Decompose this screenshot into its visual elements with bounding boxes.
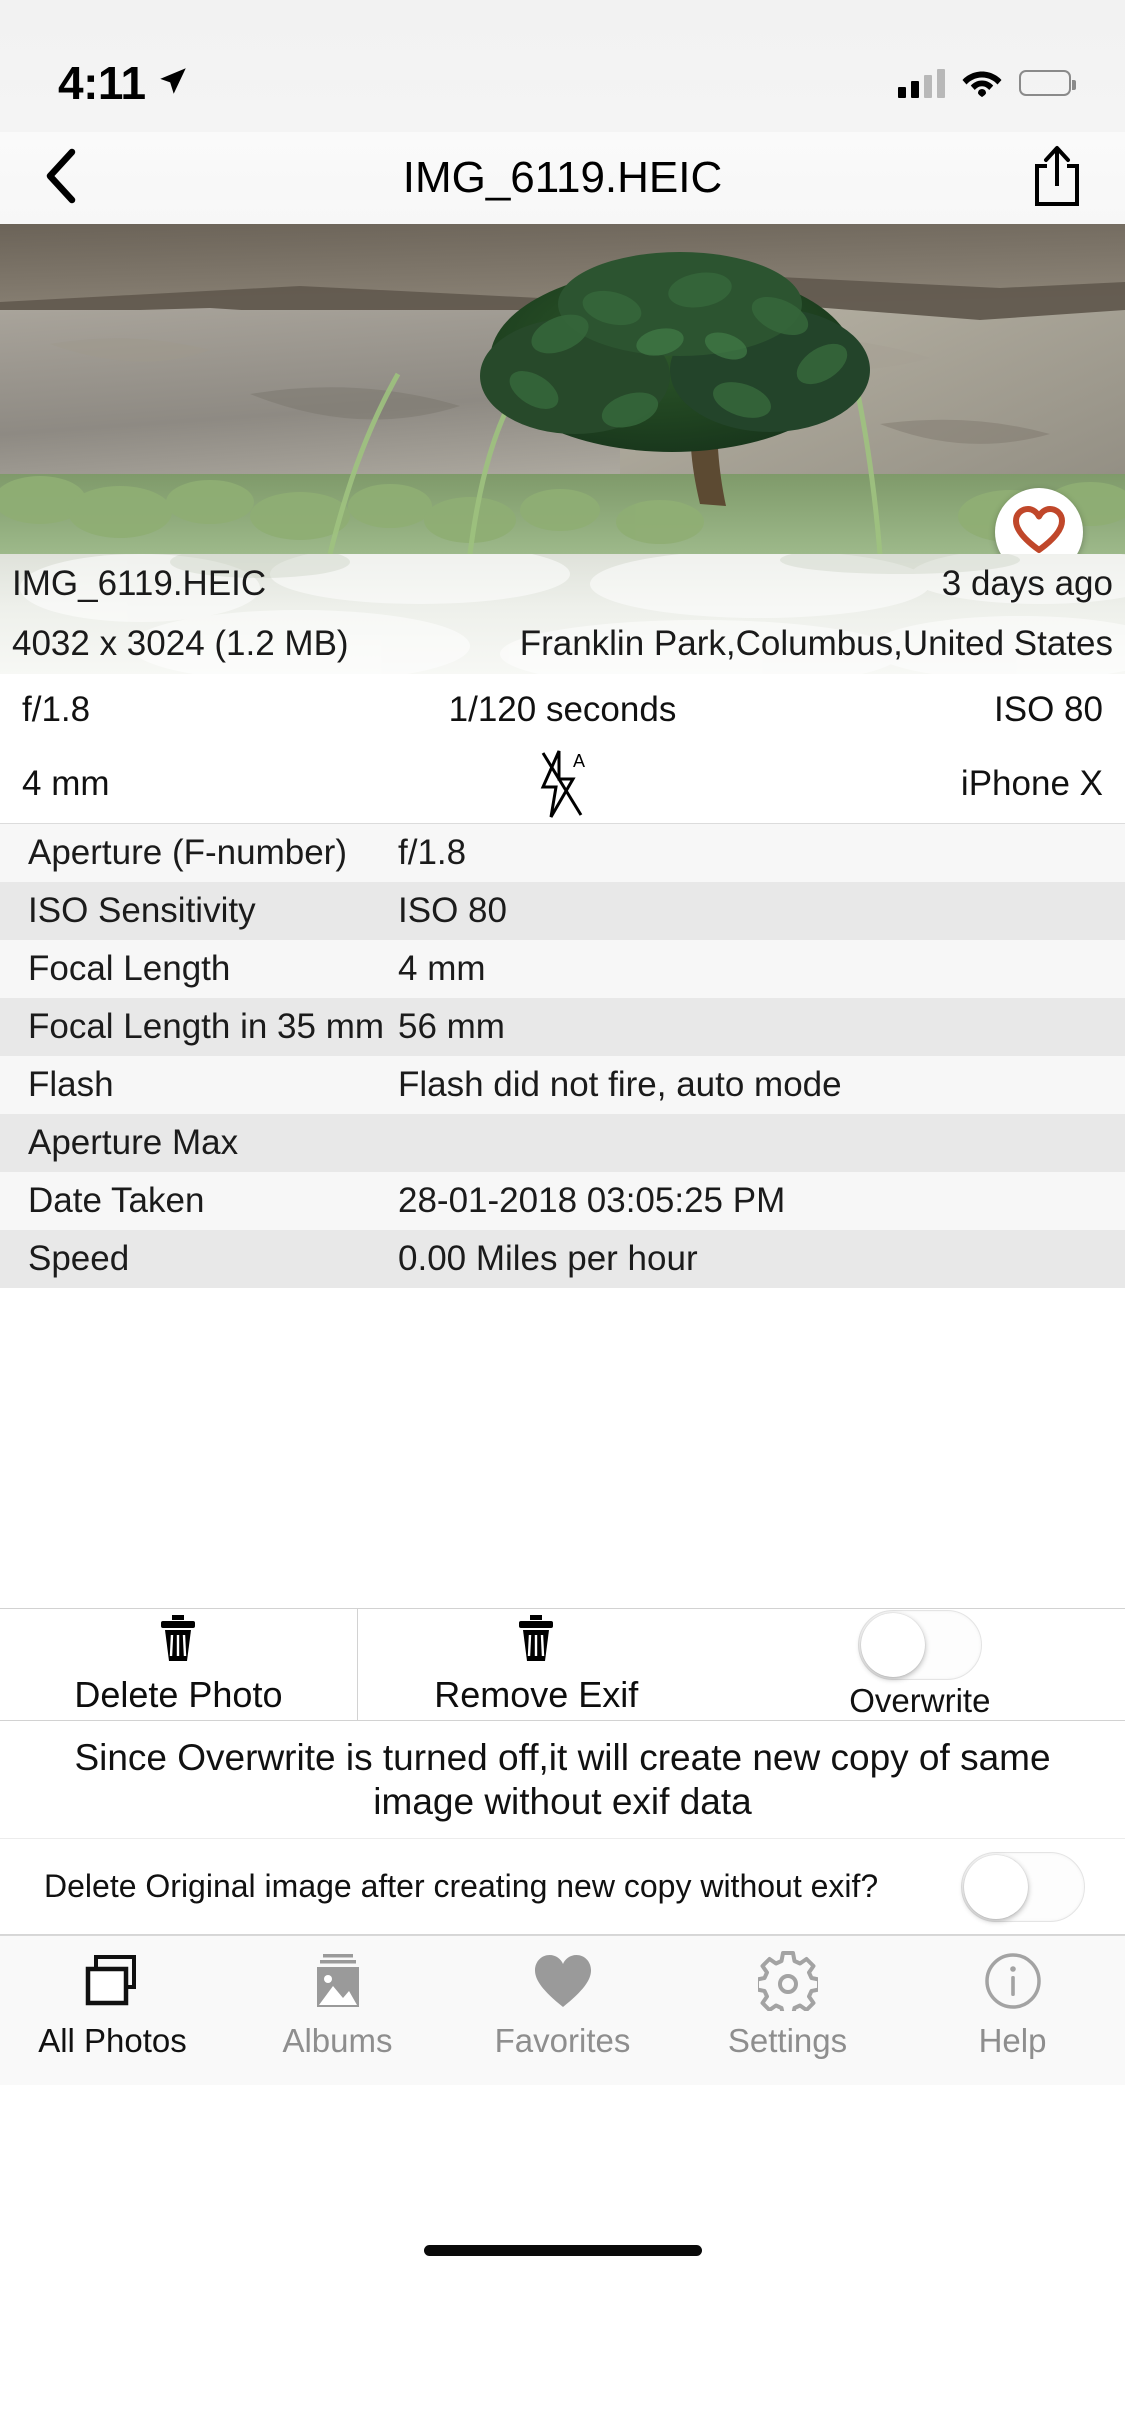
file-info-row-name: IMG_6119.HEIC 3 days ago: [12, 554, 1113, 614]
file-location: Franklin Park,Columbus,United States: [519, 624, 1113, 663]
file-dimensions-size: 4032 x 3024 (1.2 MB): [12, 624, 349, 663]
tab-all-photos[interactable]: All Photos: [0, 1950, 225, 2060]
metadata-key: ISO Sensitivity: [28, 891, 256, 930]
overwrite-control: Overwrite: [715, 1609, 1125, 1720]
tab-label: Help: [978, 2022, 1047, 2059]
overwrite-toggle[interactable]: [857, 1609, 982, 1680]
flash-off-auto-icon: A: [382, 745, 742, 823]
exposure-row-2: 4 mm A iPhone X: [0, 745, 1125, 823]
overwrite-label: Overwrite: [849, 1681, 991, 1719]
tab-label: Favorites: [494, 2022, 631, 2059]
table-row[interactable]: Flash Flash did not fire, auto mode: [0, 1056, 1125, 1114]
exposure-device: iPhone X: [960, 764, 1103, 803]
table-row[interactable]: Focal Length 4 mm: [0, 940, 1125, 998]
share-button[interactable]: [1015, 143, 1085, 213]
metadata-value: ISO 80: [398, 891, 507, 930]
metadata-value: 4 mm: [398, 949, 486, 988]
table-row[interactable]: Focal Length in 35 mm 56 mm: [0, 998, 1125, 1056]
status-bar: 4:11: [0, 0, 1125, 132]
file-name: IMG_6119.HEIC: [12, 564, 267, 603]
metadata-key: Focal Length: [28, 949, 231, 988]
remove-exif-button[interactable]: Remove Exif: [358, 1609, 715, 1720]
metadata-key: Aperture Max: [28, 1123, 239, 1162]
exposure-shutter: 1/120 seconds: [448, 689, 677, 729]
delete-original-row: Delete Original image after creating new…: [0, 1839, 1125, 1935]
photo-image: [0, 224, 1125, 554]
trash-icon: [155, 1613, 201, 1668]
metadata-value: 56 mm: [398, 1007, 505, 1046]
metadata-key: Flash: [28, 1065, 114, 1104]
toggle-knob: [860, 1612, 925, 1677]
page-title: IMG_6119.HEIC: [402, 153, 723, 202]
metadata-value: Flash did not fire, auto mode: [398, 1065, 842, 1104]
heart-filled-icon: [532, 1950, 594, 2012]
gear-icon: [757, 1950, 818, 2012]
wifi-icon: [961, 65, 1003, 102]
status-bar-left: 4:11: [58, 56, 190, 110]
status-time: 4:11: [58, 57, 146, 109]
cellular-signal-icon: [898, 68, 945, 98]
status-bar-right: [898, 65, 1076, 102]
metadata-table: Aperture (F-number) f/1.8 ISO Sensitivit…: [0, 824, 1125, 1608]
metadata-key: Date Taken: [28, 1181, 205, 1220]
tab-label: Settings: [727, 2022, 848, 2059]
table-row[interactable]: ISO Sensitivity ISO 80: [0, 882, 1125, 940]
chevron-left-icon: [40, 147, 84, 210]
tab-label: All Photos: [38, 2022, 187, 2059]
exposure-summary: f/1.8 1/120 seconds ISO 80 4 mm A iPhone…: [0, 674, 1125, 824]
action-bar: Delete Photo Remove Exif Overwrite: [0, 1608, 1125, 1721]
tab-help[interactable]: Help: [900, 1950, 1125, 2060]
file-relative-date: 3 days ago: [941, 564, 1113, 603]
metadata-value: f/1.8: [398, 833, 467, 872]
table-row[interactable]: Date Taken 28-01-2018 03:05:25 PM: [0, 1172, 1125, 1230]
tab-albums[interactable]: Albums: [225, 1950, 450, 2060]
delete-original-label: Delete Original image after creating new…: [44, 1868, 879, 1904]
location-arrow-icon: [156, 64, 190, 103]
trash-icon: [513, 1613, 559, 1668]
metadata-key: Focal Length in 35 mm: [28, 1007, 385, 1046]
exposure-aperture: f/1.8: [22, 689, 91, 729]
delete-original-toggle[interactable]: [961, 1851, 1085, 1922]
table-row[interactable]: Aperture (F-number) f/1.8: [0, 824, 1125, 882]
home-indicator-area: [0, 2085, 1125, 2436]
share-icon: [1029, 144, 1085, 213]
tab-label: Albums: [282, 2022, 393, 2059]
table-row[interactable]: Speed 0.00 Miles per hour: [0, 1230, 1125, 1288]
file-info-row-dimensions: 4032 x 3024 (1.2 MB) Franklin Park,Colum…: [12, 614, 1113, 674]
info-circle-icon: [984, 1950, 1042, 2012]
remove-exif-label: Remove Exif: [434, 1674, 639, 1715]
tab-favorites[interactable]: Favorites: [450, 1950, 675, 2060]
exposure-iso: ISO 80: [994, 689, 1103, 729]
exposure-row-1: f/1.8 1/120 seconds ISO 80: [0, 674, 1125, 745]
file-info-overlay: IMG_6119.HEIC 3 days ago 4032 x 3024 (1.…: [0, 554, 1125, 674]
metadata-value: 0.00 Miles per hour: [398, 1239, 698, 1278]
delete-photo-button[interactable]: Delete Photo: [0, 1609, 358, 1720]
exposure-focal-length: 4 mm: [22, 764, 110, 803]
navigation-bar: IMG_6119.HEIC: [0, 132, 1125, 224]
heart-outline-icon: [1013, 505, 1065, 555]
tab-settings[interactable]: Settings: [675, 1950, 900, 2060]
metadata-key: Aperture (F-number): [28, 833, 347, 872]
table-row[interactable]: Aperture Max: [0, 1114, 1125, 1172]
svg-text:A: A: [573, 751, 585, 771]
metadata-value: 28-01-2018 03:05:25 PM: [398, 1181, 786, 1220]
battery-icon: [1019, 70, 1076, 96]
toggle-knob: [964, 1854, 1028, 1919]
albums-image-icon: [310, 1950, 366, 2012]
home-indicator[interactable]: [423, 2245, 702, 2256]
stacked-photos-icon: [83, 1950, 143, 2012]
metadata-key: Speed: [28, 1239, 130, 1278]
back-button[interactable]: [40, 143, 110, 213]
delete-photo-label: Delete Photo: [74, 1674, 283, 1715]
overwrite-notice: Since Overwrite is turned off,it will cr…: [0, 1721, 1125, 1839]
photo-preview[interactable]: [0, 224, 1125, 554]
tab-bar: All Photos Albums Favorites Settings Hel…: [0, 1935, 1125, 2085]
photo-detail-screen: 4:11 IMG_6119.HEIC IMG_6119.HEIC 3 days …: [0, 0, 1125, 2436]
